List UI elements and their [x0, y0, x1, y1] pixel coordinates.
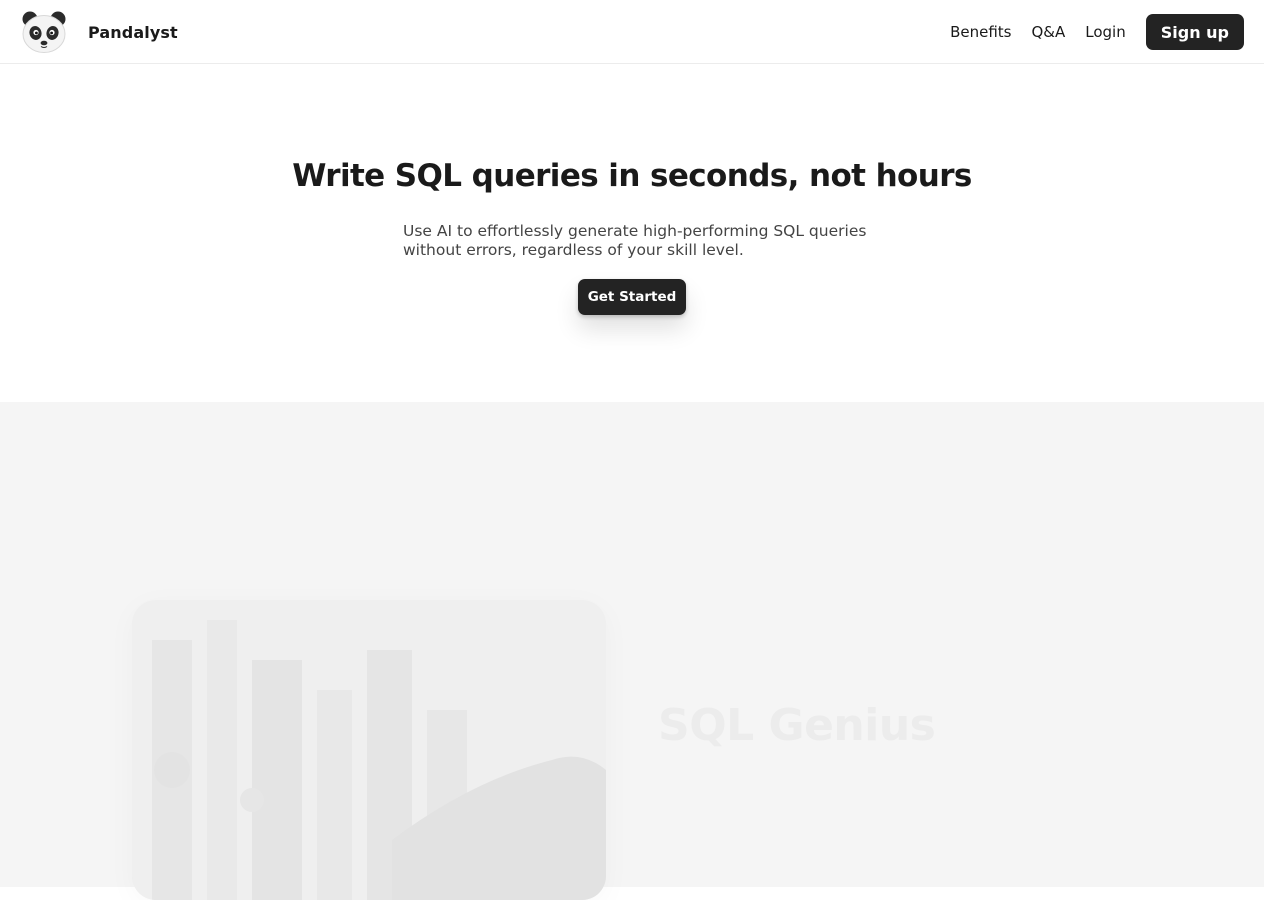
hero-title: Write SQL queries in seconds, not hours [292, 158, 972, 194]
brand[interactable]: Pandalyst [20, 10, 178, 54]
signup-button[interactable]: Sign up [1145, 14, 1244, 50]
nav-login-link[interactable]: Login [1085, 23, 1125, 41]
feature-image [132, 600, 606, 900]
panda-icon [22, 11, 66, 53]
features-section: SQL Genius [0, 402, 1264, 900]
feature-illustration [132, 600, 606, 900]
hero-section: Write SQL queries in seconds, not hours … [0, 64, 1264, 402]
nav-links: Benefits Q&A Login Sign up [950, 14, 1244, 50]
top-navbar: Pandalyst Benefits Q&A Login Sign up [0, 0, 1264, 64]
hero-subtitle: Use AI to effortlessly generate high-per… [403, 222, 867, 259]
feature-title: SQL Genius [658, 700, 936, 751]
brand-name: Pandalyst [88, 22, 178, 42]
get-started-button[interactable]: Get Started [578, 279, 686, 315]
nav-benefits-link[interactable]: Benefits [950, 23, 1011, 41]
nav-qa-link[interactable]: Q&A [1032, 23, 1066, 41]
